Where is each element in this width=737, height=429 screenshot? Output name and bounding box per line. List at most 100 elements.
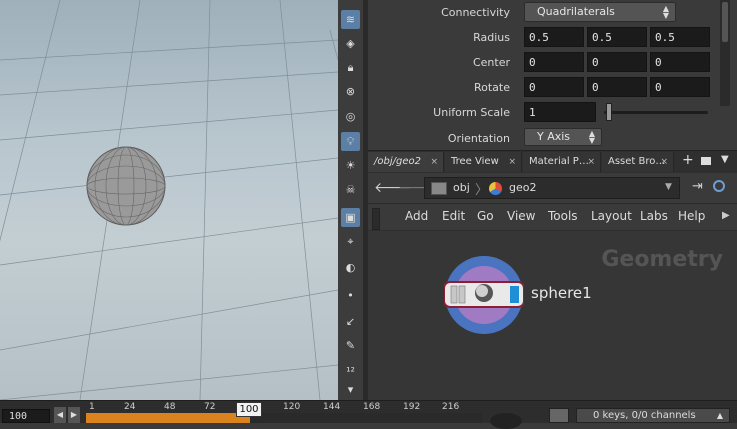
path-root[interactable]: obj [453, 181, 470, 194]
menu-labs[interactable]: Labs [640, 209, 668, 223]
display-toolbar: ≋ ◈ 🔒︎ ⊗ ◎ 💡︎ ☀ ☠ ▣ ⌖ ◐ • ↙ ✎ ¹² ▾ [338, 0, 364, 400]
uniform-scale-slider-handle[interactable] [606, 103, 613, 121]
selection-mode-icon[interactable]: ⌖ [341, 232, 360, 251]
timeline-ruler[interactable]: 1 24 48 72 120 144 168 192 216 100 [86, 401, 482, 423]
viewport-scene [0, 0, 338, 400]
light-icon[interactable]: ☀ [341, 156, 360, 175]
sphere-node[interactable] [443, 255, 525, 335]
parameter-scrollbar[interactable] [720, 0, 730, 106]
add-tab-icon[interactable]: + [682, 152, 694, 168]
step-back-icon[interactable]: ◀ [54, 407, 66, 423]
current-frame-field[interactable]: 100 [2, 409, 50, 423]
orientation-menu[interactable]: Y Axis ▲ ▼ [524, 128, 602, 146]
connectivity-label: Connectivity [441, 6, 510, 19]
tab-tree-view[interactable]: Tree View × [445, 152, 522, 172]
headlight-icon[interactable]: 💡︎ [341, 132, 360, 151]
viewport-3d[interactable] [0, 0, 338, 400]
pane-tab-bar: /obj/geo2 × Tree View × Material P… × Asset… [368, 150, 737, 173]
rotate-z-field[interactable]: 0 [650, 77, 710, 97]
menu-add[interactable]: Add [405, 209, 428, 223]
menu-scroll-right-icon[interactable]: ▶ [722, 210, 730, 221]
orientation-label: Orientation [447, 132, 510, 145]
sphere-node-graphic [443, 256, 525, 334]
close-icon[interactable]: × [430, 152, 438, 172]
rotate-y-field[interactable]: 0 [587, 77, 647, 97]
pane-menu-arrow-icon[interactable]: ▼ [721, 154, 729, 165]
network-context-label: Geometry [601, 247, 723, 272]
camera-icon[interactable]: ◎ [341, 107, 360, 126]
pin-icon[interactable]: ⇥ [692, 179, 703, 194]
sphere-object[interactable] [86, 146, 166, 226]
center-z-field[interactable]: 0 [650, 52, 710, 72]
parameter-panel: Connectivity Quadrilaterals ▲ ▼ Radius 0.… [364, 0, 737, 148]
menu-help[interactable]: Help [678, 209, 705, 223]
center-label: Center [472, 56, 510, 69]
link-icon[interactable] [713, 180, 725, 192]
uniform-scale-field[interactable]: 1 [524, 102, 596, 122]
node-name[interactable]: sphere1 [531, 284, 592, 302]
menu-edit[interactable]: Edit [442, 209, 465, 223]
tick-label: 216 [442, 402, 460, 412]
audio-scrub-icon[interactable] [490, 413, 522, 429]
tick-label: 48 [164, 402, 176, 412]
network-editor[interactable]: Geometry sphere1 [368, 231, 737, 400]
keys-channels-menu[interactable]: 0 keys, 0/0 channels ▲ [576, 408, 730, 423]
close-icon[interactable]: × [587, 152, 595, 172]
orientation-value: Y Axis [537, 130, 571, 143]
close-icon[interactable]: × [660, 152, 668, 172]
chevron-down-icon[interactable]: ▾ [341, 380, 360, 399]
radius-x-field[interactable]: 0.5 [524, 27, 584, 47]
snap-icon[interactable]: ⊗ [341, 82, 360, 101]
scrollbar-thumb[interactable] [722, 2, 728, 42]
maximize-pane-icon[interactable] [701, 157, 711, 165]
tick-label: 168 [363, 402, 381, 412]
tick-label: 192 [403, 402, 421, 412]
tab-label: /obj/geo2 [374, 156, 421, 167]
center-y-field[interactable]: 0 [587, 52, 647, 72]
menu-layout[interactable]: Layout [591, 209, 632, 223]
close-icon[interactable]: × [508, 152, 516, 172]
connectivity-value: Quadrilaterals [537, 5, 615, 18]
tick-label: 72 [204, 402, 216, 412]
tab-obj-geo2[interactable]: /obj/geo2 × [368, 152, 444, 172]
tick-label: 120 [283, 402, 301, 412]
edge-icon[interactable]: ↙ [341, 312, 360, 331]
connectivity-menu[interactable]: Quadrilaterals ▲ ▼ [524, 2, 676, 22]
tab-material-palette[interactable]: Material P… × [523, 152, 601, 172]
radius-z-field[interactable]: 0.5 [650, 27, 710, 47]
radius-y-field[interactable]: 0.5 [587, 27, 647, 47]
visibility-icon[interactable]: ◐ [341, 258, 360, 277]
path-field[interactable]: obj 〉 geo2 ▼ [424, 177, 680, 199]
tab-label: Asset Bro… [608, 156, 666, 167]
wireframe-toggle-icon[interactable]: ≋ [341, 10, 360, 29]
menu-tools[interactable]: Tools [548, 209, 578, 223]
menu-scroll-left[interactable] [372, 208, 380, 230]
tab-label: Tree View [451, 156, 499, 167]
path-bar: 🡐 🡒 obj 〉 geo2 ▼ ⇥ [368, 173, 737, 204]
rotate-label: Rotate [473, 81, 510, 94]
tab-asset-browser[interactable]: Asset Bro… × [602, 152, 674, 172]
template-icon[interactable]: ◈ [341, 34, 360, 53]
rotate-x-field[interactable]: 0 [524, 77, 584, 97]
current-frame-marker[interactable]: 100 [236, 402, 262, 417]
play-icon[interactable]: ▶ [68, 407, 80, 423]
tick-label: 1 [89, 402, 95, 412]
up-down-arrow-icon: ▲ ▼ [588, 129, 595, 145]
key-filter-icon[interactable] [549, 408, 569, 423]
tab-label: Material P… [529, 156, 589, 167]
uniform-scale-slider-track[interactable] [604, 111, 708, 114]
lock-icon[interactable]: 🔒︎ [341, 58, 360, 77]
chevron-down-icon[interactable]: ▼ [665, 182, 672, 192]
point-icon[interactable]: • [341, 286, 360, 305]
twelve-icon[interactable]: ¹² [341, 362, 360, 381]
timeline-bar: 100 ◀ ▶ 1 24 48 72 120 144 168 192 216 1… [0, 400, 737, 429]
uniform-scale-label: Uniform Scale [433, 106, 510, 119]
ghost-icon[interactable]: ☠ [341, 180, 360, 199]
path-current[interactable]: geo2 [509, 181, 536, 194]
menu-go[interactable]: Go [477, 209, 494, 223]
display-options-icon[interactable]: ▣ [341, 208, 360, 227]
ground-grid [0, 0, 338, 400]
brush-icon[interactable]: ✎ [341, 336, 360, 355]
menu-view[interactable]: View [507, 209, 535, 223]
center-x-field[interactable]: 0 [524, 52, 584, 72]
